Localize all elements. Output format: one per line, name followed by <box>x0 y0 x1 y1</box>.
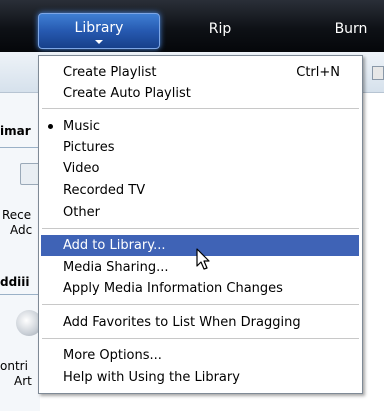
menu-item-apply-media-info[interactable]: Apply Media Information Changes <box>39 278 362 299</box>
top-toolbar: Library Rip Burn <box>0 0 384 52</box>
menu-item-help-library[interactable]: Help with Using the Library <box>39 367 362 388</box>
pane-divider-2 <box>0 294 40 295</box>
contributing-artist-label-2[interactable]: Art <box>14 374 32 388</box>
recently-added-icon[interactable] <box>20 163 40 185</box>
tab-burn[interactable]: Burn <box>318 14 384 44</box>
add-favorites-label: Add Favorites to List When Dragging <box>63 315 301 330</box>
music-label: Music <box>63 119 100 134</box>
menu-item-more-options[interactable]: More Options... <box>39 345 362 366</box>
tab-library-label: Library <box>74 20 124 36</box>
video-label: Video <box>63 161 100 176</box>
dropdown-arrow-icon <box>95 40 103 44</box>
menu-item-recorded-tv[interactable]: Recorded TV <box>39 180 362 201</box>
create-auto-playlist-label: Create Auto Playlist <box>63 86 191 101</box>
pane-header-additional: ddiii <box>0 275 30 289</box>
other-label: Other <box>63 205 100 220</box>
selected-bullet-icon <box>48 124 53 129</box>
help-library-label: Help with Using the Library <box>63 370 240 385</box>
menu-item-music[interactable]: Music <box>39 116 362 137</box>
menu-item-other[interactable]: Other <box>39 202 362 223</box>
more-options-label: More Options... <box>63 348 162 363</box>
menu-divider <box>42 338 359 339</box>
menu-divider <box>42 304 359 305</box>
tab-rip[interactable]: Rip <box>190 14 250 44</box>
menu-divider <box>42 228 359 229</box>
tab-library[interactable]: Library <box>38 13 160 49</box>
menu-item-add-favorites[interactable]: Add Favorites to List When Dragging <box>39 312 362 333</box>
recorded-tv-label: Recorded TV <box>63 183 146 198</box>
apply-media-info-label: Apply Media Information Changes <box>63 281 283 296</box>
library-dropdown-menu: Create Playlist Ctrl+N Create Auto Playl… <box>38 55 363 394</box>
pictures-label: Pictures <box>63 140 115 155</box>
media-sharing-label: Media Sharing... <box>63 260 169 275</box>
recently-added-label-1[interactable]: Rece <box>2 208 31 222</box>
pane-header-primary: imar <box>0 124 31 138</box>
toolbar-icon[interactable] <box>372 66 384 80</box>
menu-item-video[interactable]: Video <box>39 158 362 179</box>
menu-item-create-playlist[interactable]: Create Playlist Ctrl+N <box>39 62 362 83</box>
menu-item-pictures[interactable]: Pictures <box>39 137 362 158</box>
contributing-artist-label-1[interactable]: ontri <box>0 359 28 373</box>
create-playlist-shortcut: Ctrl+N <box>296 65 340 80</box>
create-playlist-label: Create Playlist <box>63 65 157 80</box>
add-to-library-label: Add to Library... <box>63 238 166 253</box>
pane-divider <box>0 147 40 148</box>
menu-item-create-auto-playlist[interactable]: Create Auto Playlist <box>39 83 362 104</box>
recently-added-label-2[interactable]: Adc <box>10 223 32 237</box>
mouse-cursor-icon <box>196 248 210 270</box>
menu-divider <box>42 108 359 109</box>
